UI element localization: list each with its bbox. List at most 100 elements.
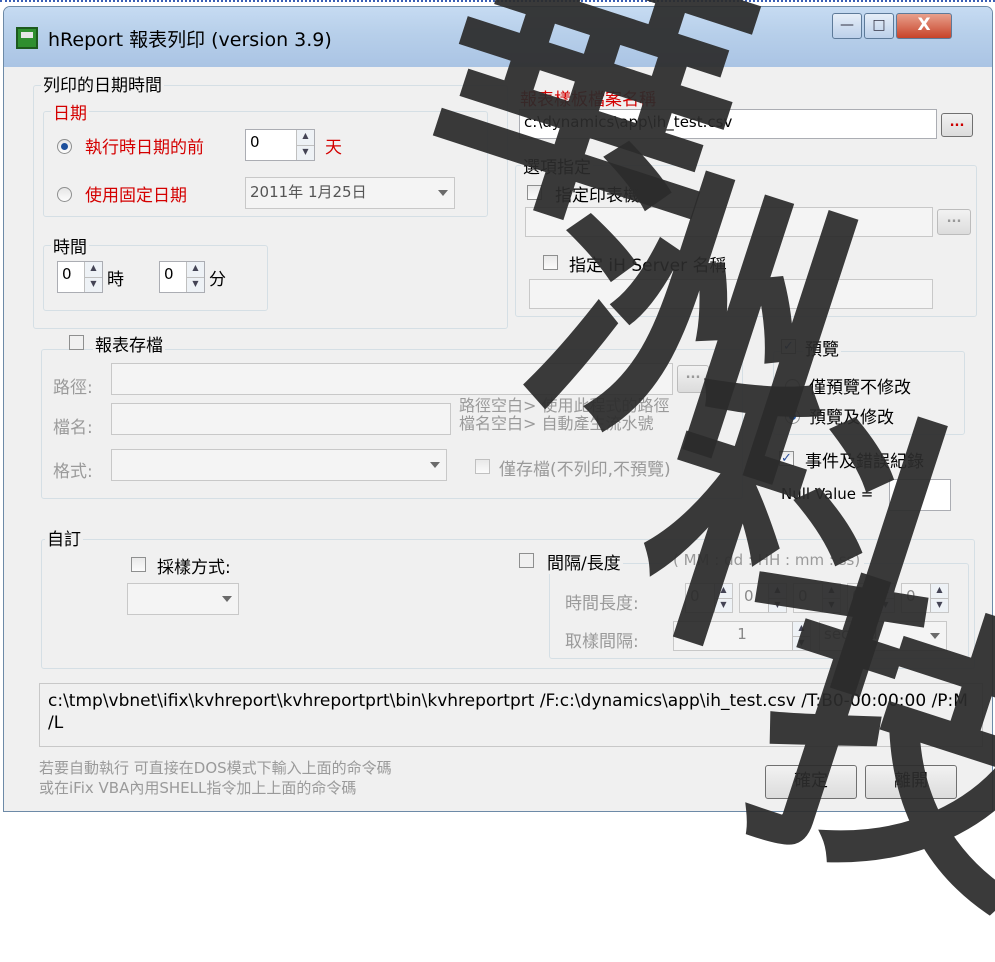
duration-spinner[interactable]: ▲ ▼ [822,584,840,612]
server-input[interactable] [529,279,933,309]
printer-input[interactable] [525,207,933,237]
interval-format-hint: ( MM : dd : HH : mm : ss) [669,551,865,569]
spin-up-icon[interactable]: ▲ [85,262,102,278]
duration-value: 0 [906,587,916,605]
save-report-label: 報表存檔 [93,331,165,356]
duration-spinner[interactable]: ▲ ▼ [930,584,948,612]
save-report-checkbox[interactable] [69,335,84,350]
template-path-input[interactable]: c:\dynamics\app\ih_test.csv [519,109,937,139]
spin-down-icon[interactable]: ▼ [769,599,786,613]
duration-value: 0 [798,587,808,605]
sample-interval-spinner[interactable]: ▲ ▼ [792,622,810,650]
ok-button[interactable]: 確定 [765,765,857,799]
spin-down-icon[interactable]: ▼ [793,637,810,651]
radio-fixed-date[interactable] [57,187,72,202]
spin-down-icon[interactable]: ▼ [297,146,314,161]
spin-up-icon[interactable]: ▲ [187,262,204,278]
sample-interval-value: 1 [737,625,747,643]
days-value: 0 [250,133,260,151]
preview-checkbox[interactable]: ✓ [781,339,796,354]
printer-checkbox[interactable] [527,185,542,200]
radio-preview-edit[interactable] [785,409,800,424]
duration-spinner[interactable]: ▲ ▼ [768,584,786,612]
null-value-input[interactable] [889,479,951,511]
printer-label: 指定印表機 [555,186,640,206]
save-only-checkbox[interactable] [475,459,490,474]
top-dotted-line [0,0,995,4]
chevron-down-icon [222,596,232,602]
null-value-label: Null Value = [781,485,874,503]
format-label: 格式: [53,462,93,482]
days-spinner[interactable]: ▲ ▼ [296,130,314,160]
filename-label: 檔名: [53,418,93,438]
spin-down-icon[interactable]: ▼ [823,599,840,613]
days-unit: 天 [325,138,342,158]
interval-checkbox[interactable] [519,553,534,568]
save-path-browse-button[interactable]: ... [677,365,709,393]
spin-down-icon[interactable]: ▼ [715,599,732,613]
path-label: 路徑: [53,378,93,398]
spin-up-icon[interactable]: ▲ [793,622,810,637]
spin-up-icon[interactable]: ▲ [931,584,948,599]
minimize-button[interactable]: — [832,13,862,39]
duration-value: 0 [690,587,700,605]
app-icon [16,27,38,49]
duration-label: 時間長度: [565,594,639,614]
sample-unit-value: second [824,625,878,643]
title-bar[interactable]: hReport 報表列印 (version 3.9) — □ X [4,7,992,67]
duration-spinner[interactable]: ▲ ▼ [876,584,894,612]
spin-up-icon[interactable]: ▲ [823,584,840,599]
close-button[interactable]: X [896,13,952,39]
exit-button[interactable]: 離開 [865,765,957,799]
command-line-text: c:\tmp\vbnet\ifix\kvhreport\kvhreportprt… [48,691,968,733]
spin-up-icon[interactable]: ▲ [297,130,314,146]
duration-value: 0 [852,587,862,605]
spin-down-icon[interactable]: ▼ [187,278,204,293]
hour-spinner[interactable]: ▲ ▼ [84,262,102,292]
template-label: 報表樣板檔案名稱 [520,90,656,110]
date-label: 日期 [51,99,89,124]
spin-up-icon[interactable]: ▲ [715,584,732,599]
event-log-checkbox[interactable]: ✓ [779,451,794,466]
command-line-box[interactable]: c:\tmp\vbnet\ifix\kvhreport\kvhreportprt… [39,683,983,747]
window-title: hReport 報表列印 (version 3.9) [48,29,332,51]
chevron-down-icon [430,462,440,468]
duration-spinner[interactable]: ▲ ▼ [714,584,732,612]
spin-down-icon[interactable]: ▼ [931,599,948,613]
server-checkbox[interactable] [543,255,558,270]
print-datetime-label: 列印的日期時間 [41,71,164,96]
filename-input[interactable] [111,403,451,435]
chevron-down-icon [438,190,448,196]
radio-before-days[interactable] [57,139,72,154]
spin-down-icon[interactable]: ▼ [877,599,894,613]
hour-unit: 時 [107,270,124,290]
spin-up-icon[interactable]: ▲ [769,584,786,599]
spin-down-icon[interactable]: ▼ [85,278,102,293]
fixed-date-value: 2011年 1月25日 [250,183,367,201]
event-log-label: 事件及錯誤紀錄 [805,452,924,472]
sample-interval-input[interactable]: 1 [673,621,811,651]
sampling-checkbox[interactable] [131,557,146,572]
template-browse-button[interactable]: ... [941,113,973,137]
save-path-input[interactable] [111,363,673,395]
fixed-date-picker[interactable]: 2011年 1月25日 [245,177,455,209]
hour-value: 0 [62,265,72,283]
sampling-select[interactable] [127,583,239,615]
preview-edit-label: 預覽及修改 [809,408,894,428]
sampling-label: 採樣方式: [157,558,231,578]
minute-spinner[interactable]: ▲ ▼ [186,262,204,292]
format-select[interactable] [111,449,447,481]
radio-preview-no-edit[interactable] [785,379,800,394]
command-hint-vba: 或在iFix VBA內用SHELL指令加上上面的命令碼 [39,779,357,797]
template-path-value: c:\dynamics\app\ih_test.csv [524,113,733,131]
sample-interval-label: 取樣間隔: [565,632,639,652]
duration-value: 0 [744,587,754,605]
spin-up-icon[interactable]: ▲ [877,584,894,599]
sample-unit-select[interactable]: second [819,621,947,651]
options-label: 選項指定 [521,153,593,178]
hint-path-blank: 路徑空白> 使用此程式的路徑 [459,396,670,415]
preview-label: 預覽 [803,335,841,360]
printer-browse-button[interactable]: ... [937,209,971,235]
maximize-button[interactable]: □ [864,13,894,39]
preview-no-edit-label: 僅預覽不修改 [809,378,911,398]
